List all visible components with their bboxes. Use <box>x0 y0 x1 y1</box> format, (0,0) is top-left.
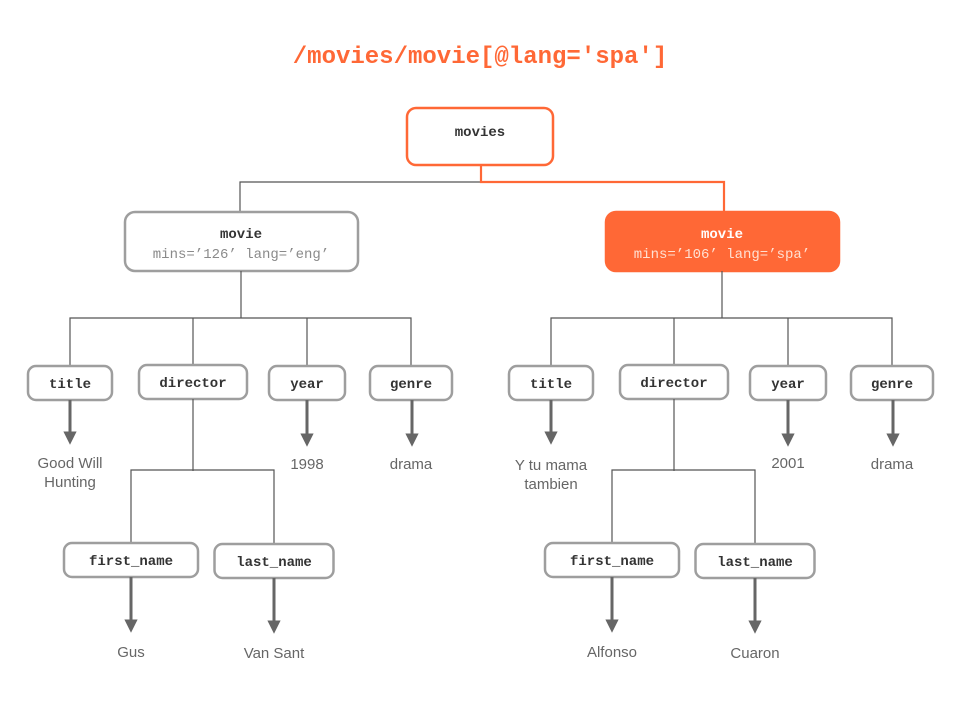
node-label: year <box>771 377 805 393</box>
node-label: director <box>640 376 707 392</box>
value-last-name: Van Sant <box>244 645 305 662</box>
value-first-name: Gus <box>117 644 145 661</box>
node-first-name[interactable]: first_name <box>543 541 681 579</box>
subtree-movie-eng: movie mins=’126’ lang=’eng’ title director y… <box>26 210 454 662</box>
value-title: Good Will Hunting <box>37 455 102 491</box>
node-label: director <box>159 376 226 392</box>
node-title[interactable]: title <box>26 364 114 402</box>
node-year[interactable]: year <box>748 364 828 402</box>
node-title[interactable]: title <box>507 364 595 402</box>
value-title: Y tu mama tambien <box>515 457 588 493</box>
node-label: movies <box>455 125 505 141</box>
node-label: last_name <box>717 555 793 571</box>
node-label: first_name <box>570 554 654 570</box>
node-genre[interactable]: genre <box>849 364 935 402</box>
node-label: title <box>530 377 572 393</box>
subtree-movie-spa: movie mins=’106’ lang=’spa’ title director y… <box>507 210 935 662</box>
node-label: title <box>49 377 91 393</box>
node-first-name[interactable]: first_name <box>62 541 200 579</box>
node-last-name[interactable]: last_name <box>213 542 335 580</box>
node-movies-root[interactable]: movies <box>405 106 555 167</box>
node-attributes: mins=’126’ lang=’eng’ <box>153 247 329 263</box>
node-label: first_name <box>89 554 173 570</box>
value-first-name: Alfonso <box>587 644 637 661</box>
node-director[interactable]: director <box>137 363 249 401</box>
value-year: 2001 <box>771 455 804 472</box>
node-label: genre <box>390 377 432 393</box>
node-genre[interactable]: genre <box>368 364 454 402</box>
node-label: movie <box>701 227 743 243</box>
value-genre: drama <box>871 456 914 473</box>
edge-children-bar <box>550 317 893 366</box>
node-label: last_name <box>236 555 312 571</box>
value-genre: drama <box>390 456 433 473</box>
node-last-name[interactable]: last_name <box>694 542 816 580</box>
xpath-query-title: /movies/movie[@lang='spa'] <box>293 44 667 71</box>
value-year: 1998 <box>290 456 323 473</box>
node-year[interactable]: year <box>267 364 347 402</box>
edge-root-to-movie-eng <box>239 165 482 212</box>
edge-director-bar <box>130 469 275 544</box>
node-attributes: mins=’106’ lang=’spa’ <box>634 247 810 263</box>
node-movie-selected[interactable]: movie mins=’106’ lang=’spa’ <box>604 210 841 273</box>
edge-children-bar <box>69 317 412 366</box>
node-label: year <box>290 377 324 393</box>
xml-tree-diagram: /movies/movie[@lang='spa'] movies moviem… <box>26 44 935 662</box>
node-label: movie <box>220 227 262 243</box>
node-label: genre <box>871 377 913 393</box>
edge-root-to-movie-spa-highlighted <box>479 165 726 212</box>
edge-director-bar <box>611 469 756 544</box>
node-director[interactable]: director <box>618 363 730 401</box>
value-last-name: Cuaron <box>730 645 779 662</box>
node-movie[interactable]: movie mins=’126’ lang=’eng’ <box>123 210 360 273</box>
